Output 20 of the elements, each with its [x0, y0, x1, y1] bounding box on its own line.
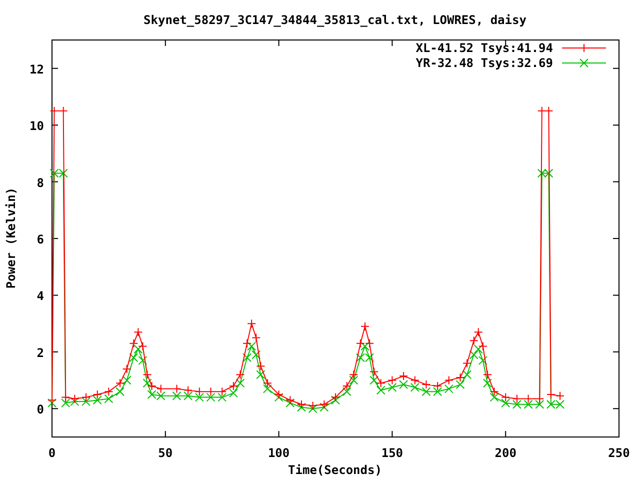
axis-label: Time(Seconds) [288, 463, 382, 477]
chart-title: Skynet_58297_3C147_34844_35813_cal.txt, LOWRES, daisy [144, 13, 526, 27]
tick-label: 0 [36, 402, 44, 417]
tick-label: 200 [494, 446, 516, 460]
tick-label: 2 [36, 346, 44, 360]
tick-label: 250 [608, 446, 630, 460]
legend-label: XL-41.52 Tsys:41.94 [416, 41, 553, 55]
legend-sample [562, 58, 606, 68]
legend-label: YR-32.48 Tsys:32.69 [416, 56, 553, 70]
tick-label: 0 [48, 446, 56, 460]
tick-label: 12 [30, 62, 44, 76]
axis-label: Power (Kelvin) [4, 187, 18, 289]
tick-label: 8 [36, 176, 44, 190]
legend-sample [562, 44, 606, 52]
tick-label: 10 [30, 119, 44, 134]
tick-label: 50 [158, 446, 173, 460]
tick-label: 4 [36, 289, 44, 304]
tick-label: 6 [36, 232, 44, 246]
tick-label: 150 [381, 446, 404, 460]
tick-label: 100 [268, 446, 290, 460]
